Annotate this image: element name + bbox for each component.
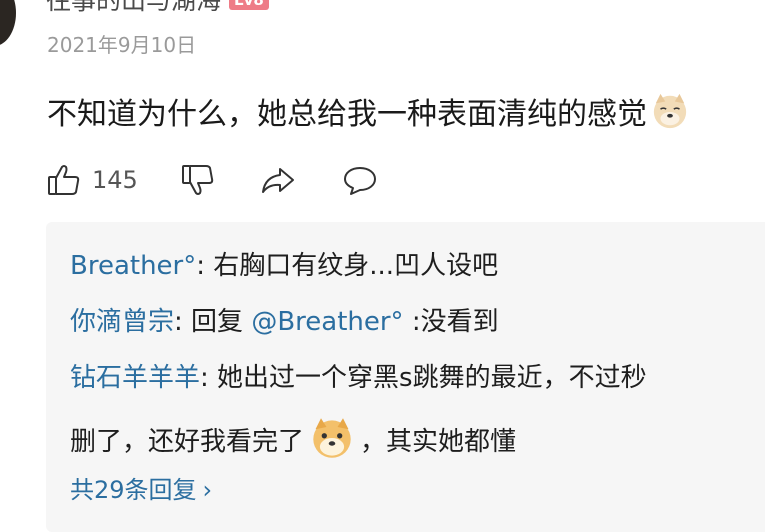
reply-separator: : — [174, 307, 192, 337]
more-replies-label: 共29条回复 — [70, 476, 197, 504]
avatar[interactable] — [0, 0, 16, 46]
reply-item-continued: 删了，还好我看完了 ，其实她都懂 — [70, 416, 516, 462]
chevron-right-icon: › — [202, 476, 213, 504]
comment-button[interactable] — [342, 158, 378, 202]
reply-text: :没看到 — [403, 307, 499, 337]
reply-prefix: 回复 — [191, 307, 252, 337]
reply-item[interactable]: 钻石羊羊羊: 她出过一个穿黑s跳舞的最近，不过秒 — [70, 358, 647, 398]
reply-mention[interactable]: @Breather° — [251, 307, 403, 337]
view-more-replies-link[interactable]: 共29条回复 › — [70, 472, 212, 508]
like-count: 145 — [92, 166, 138, 194]
thumbs-down-icon — [182, 165, 214, 195]
reply-author[interactable]: 钻石羊羊羊 — [70, 363, 200, 393]
reply-text: 她出过一个穿黑s跳舞的最近，不过秒 — [217, 363, 647, 393]
username-text[interactable]: 往事的山与湖海 — [46, 0, 221, 15]
dislike-button[interactable] — [180, 158, 216, 202]
reply-text-continued-end: ，其实她都懂 — [360, 427, 517, 457]
reply-list: Breather°: 右胸口有纹身...凹人设吧 你滴曾宗: 回复 @Breat… — [46, 222, 765, 532]
reply-separator: : — [200, 363, 218, 393]
share-button[interactable] — [260, 158, 296, 202]
dog-emoji-icon — [313, 418, 351, 458]
level-badge: Lv8 — [229, 0, 269, 10]
reply-item[interactable]: 你滴曾宗: 回复 @Breather° :没看到 — [70, 302, 499, 342]
comment-date: 2021年9月10日 — [47, 33, 197, 57]
like-button[interactable]: 145 — [46, 158, 138, 202]
comment-text: 不知道为什么，她总给我一种表面清纯的感觉 — [47, 92, 689, 137]
reply-separator: : — [196, 251, 214, 281]
comment-username[interactable]: 往事的山与湖海 Lv8 — [46, 0, 269, 16]
share-arrow-icon — [262, 168, 294, 193]
reply-author[interactable]: Breather° — [70, 251, 196, 281]
comment-actions: 145 — [46, 158, 406, 202]
comment-bubble-icon — [344, 167, 376, 195]
reply-item[interactable]: Breather°: 右胸口有纹身...凹人设吧 — [70, 246, 498, 286]
reply-text: 右胸口有纹身...凹人设吧 — [213, 251, 499, 281]
comment-body: 不知道为什么，她总给我一种表面清纯的感觉 — [47, 97, 647, 132]
reply-text-continued: 删了，还好我看完了 — [70, 427, 305, 457]
reply-author[interactable]: 你滴曾宗 — [70, 307, 174, 337]
thumbs-up-icon — [48, 165, 80, 195]
dog-emoji-icon — [653, 93, 687, 129]
